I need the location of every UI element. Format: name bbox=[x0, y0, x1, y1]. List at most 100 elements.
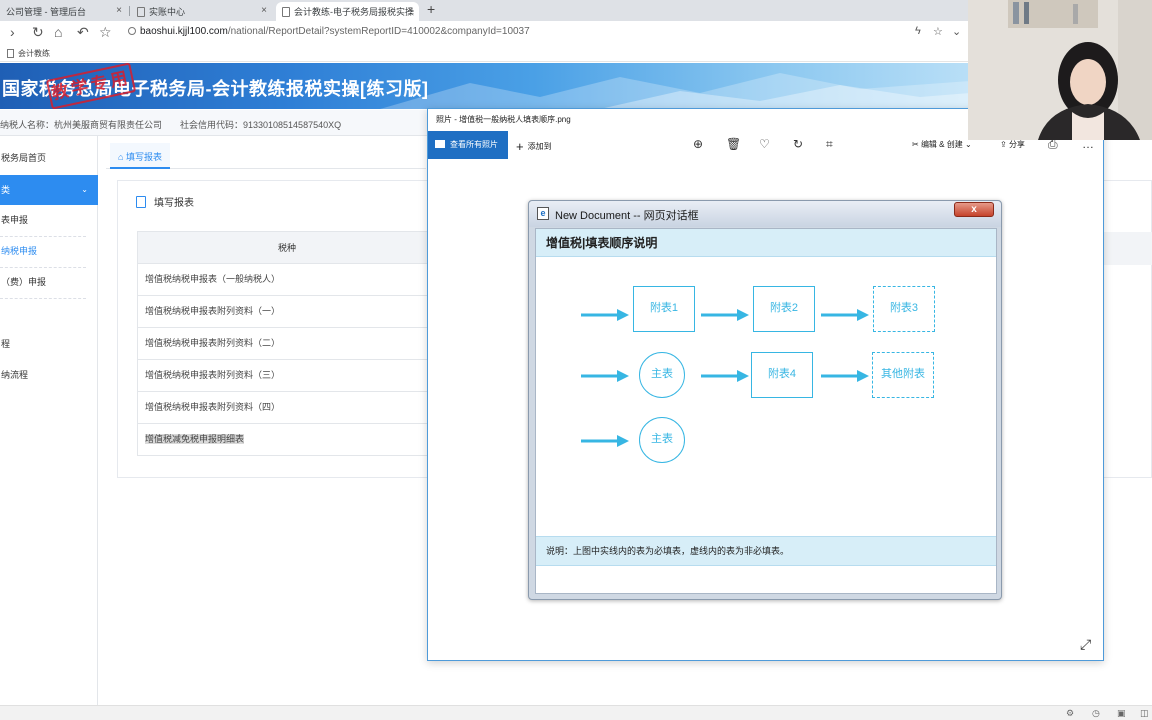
sidebar: 税务局首页 类 ⌄ 表申报 纳税申报 （费）申报 程 纳流程 bbox=[0, 136, 98, 706]
arrow-right-icon bbox=[581, 435, 629, 447]
content-tab-bar: ⌂ 填写报表 bbox=[106, 143, 426, 169]
table-row[interactable]: 增值税纳税申报表附列资料（二） bbox=[137, 328, 437, 360]
lightning-icon[interactable]: ϟ bbox=[915, 25, 921, 37]
home-icon[interactable]: ⌂ bbox=[54, 24, 62, 40]
presenter-video bbox=[968, 0, 1152, 140]
sidebar-item-tax-filing[interactable]: 纳税申报 bbox=[0, 236, 98, 266]
lock-icon bbox=[128, 27, 136, 35]
table-row[interactable]: 增值税减免税申报明细表 bbox=[137, 424, 437, 456]
add-to-button[interactable]: + 添加到 bbox=[516, 139, 552, 154]
table-row[interactable]: 增值税纳税申报表附列资料（四） bbox=[137, 392, 437, 424]
flow-node-schedule-2: 附表2 bbox=[753, 286, 815, 332]
chevron-down-icon: ⌄ bbox=[81, 185, 88, 194]
site-banner: 国家税务总局电子税务局-会计教练报税实操[练习版] bbox=[0, 63, 970, 109]
url-domain: baoshui.kjjl100.com bbox=[140, 26, 228, 37]
sidebar-icon[interactable]: ◫ bbox=[1140, 708, 1149, 719]
tab-label: 会计教练-电子税务局报税实操 bbox=[294, 7, 414, 17]
button-label: 查看所有照片 bbox=[450, 140, 498, 149]
table-cell: 增值税纳税申报表附列资料（一） bbox=[145, 306, 281, 316]
status-bar: ⚙ ◷ ▣ ◫ bbox=[0, 705, 1152, 720]
document-icon bbox=[136, 196, 146, 208]
page-icon bbox=[7, 49, 14, 58]
delete-icon[interactable]: 🗑 bbox=[726, 137, 741, 151]
tab-label: 填写报表 bbox=[125, 152, 162, 162]
arrow-right-icon bbox=[821, 309, 869, 321]
undo-icon[interactable]: ↶ bbox=[77, 24, 89, 40]
browser-tab-tax[interactable]: 会计教练-电子税务局报税实操 × bbox=[276, 2, 419, 21]
tab-fill-report[interactable]: ⌂ 填写报表 bbox=[110, 143, 170, 169]
flow-node-other-schedules: 其他附表 bbox=[872, 352, 934, 398]
zoom-in-icon[interactable]: ⊕ bbox=[693, 137, 703, 151]
sidebar-item-report[interactable]: 表申报 bbox=[0, 205, 98, 235]
crop-icon[interactable]: ⌗ bbox=[826, 137, 833, 152]
share-button[interactable]: ⇪ 分享 bbox=[1000, 139, 1025, 150]
close-icon[interactable]: × bbox=[261, 5, 267, 16]
magic-icon: ✂ bbox=[912, 140, 921, 149]
sidebar-item-category[interactable]: 类 ⌄ bbox=[0, 175, 98, 205]
button-label: 分享 bbox=[1008, 140, 1025, 149]
favorite-icon[interactable]: ♡ bbox=[759, 137, 770, 151]
rotate-icon[interactable]: ↻ bbox=[793, 137, 803, 151]
plus-icon: + bbox=[516, 139, 524, 154]
dialog-titlebar: e New Document -- 网页对话框 x bbox=[529, 201, 1001, 227]
new-tab-button[interactable]: + bbox=[427, 1, 435, 17]
table-cell: 增值税纳税申报表（一般纳税人） bbox=[145, 274, 281, 284]
flow-node-main-form: 主表 bbox=[639, 417, 685, 463]
viewer-title: 照片 - 增值税一般纳税人填表顺序.png bbox=[436, 115, 571, 124]
edit-create-button[interactable]: ✂ 编辑 & 创建 ⌄ bbox=[912, 139, 972, 150]
flow-node-main-form: 主表 bbox=[639, 352, 685, 398]
settings-icon[interactable]: ⚙ bbox=[1066, 708, 1074, 719]
browser-tab-admin[interactable]: 公司管理 - 管理后台 × bbox=[0, 2, 128, 21]
dialog-body: 增值税|填表顺序说明 附表1 附表2 附表3 主表 附表4 其他附表 主表 说明… bbox=[535, 228, 997, 594]
url-path: /national/ReportDetail?systemReportID=41… bbox=[227, 26, 530, 37]
tab-label: 实账中心 bbox=[149, 7, 186, 17]
table-cell: 增值税纳税申报表附列资料（二） bbox=[145, 338, 281, 348]
expand-icon[interactable]: ⤢ bbox=[1080, 636, 1091, 653]
see-all-photos-button[interactable]: 查看所有照片 bbox=[428, 131, 508, 159]
sidebar-item-payment-process[interactable]: 纳流程 bbox=[0, 360, 98, 390]
table-cell: 增值税纳税申报表附列资料（三） bbox=[145, 370, 281, 380]
arrow-right-icon bbox=[701, 370, 749, 382]
favorite-icon[interactable]: ☆ bbox=[933, 25, 943, 38]
button-label: 编辑 & 创建 bbox=[920, 140, 963, 149]
table-row[interactable]: 增值税纳税申报表附列资料（一） bbox=[137, 296, 437, 328]
dialog-note: 说明：上图中实线内的表为必填表，虚线内的表为非必填表。 bbox=[536, 536, 996, 566]
panel-title-text: 填写报表 bbox=[154, 198, 194, 209]
dialog-title: New Document -- 网页对话框 bbox=[555, 210, 699, 222]
sidebar-item-home[interactable]: 税务局首页 bbox=[0, 143, 98, 173]
close-icon[interactable]: × bbox=[116, 5, 122, 16]
close-icon[interactable]: × bbox=[407, 5, 413, 16]
table-cell-selected: 增值税减免税申报明细表 bbox=[145, 434, 245, 444]
trash-icon[interactable]: ▣ bbox=[1117, 708, 1126, 719]
dialog-heading: 增值税|填表顺序说明 bbox=[536, 229, 996, 257]
table-row[interactable]: 增值税纳税申报表附列资料（三） bbox=[137, 360, 437, 392]
page-icon bbox=[282, 7, 290, 17]
home-icon: ⌂ bbox=[118, 152, 126, 162]
sidebar-item-label: 类 bbox=[1, 185, 11, 195]
history-icon[interactable]: ◷ bbox=[1092, 708, 1100, 719]
tax-table: 税种 增值税纳税申报表（一般纳税人） 增值税纳税申报表附列资料（一） 增值税纳税… bbox=[137, 231, 437, 456]
page-icon bbox=[137, 7, 145, 17]
arrow-right-icon bbox=[821, 370, 869, 382]
button-label: 添加到 bbox=[527, 142, 552, 151]
sidebar-item-fee-filing[interactable]: （费）申报 bbox=[0, 267, 98, 297]
star-icon[interactable]: ☆ bbox=[99, 24, 112, 40]
browser-tab-ledger[interactable]: 实账中心 × bbox=[131, 2, 273, 21]
table-row[interactable]: 增值税纳税申报表（一般纳税人） bbox=[137, 264, 437, 296]
sidebar-item-process[interactable]: 程 bbox=[0, 329, 98, 359]
browser-icon: e bbox=[537, 207, 549, 220]
close-button[interactable]: x bbox=[954, 202, 994, 217]
chevron-down-icon[interactable]: ⌄ bbox=[952, 25, 961, 38]
bookmark-item[interactable]: 会计教练 bbox=[7, 48, 50, 59]
reload-icon[interactable]: ↻ bbox=[32, 24, 44, 40]
taxpayer-name: 纳税人名称：杭州美服商贸有限责任公司 bbox=[0, 120, 163, 130]
credit-code: 社会信用代码：91330108514587540XQ bbox=[180, 120, 342, 130]
forward-icon[interactable]: › bbox=[10, 24, 15, 40]
tab-label: 公司管理 - 管理后台 bbox=[6, 7, 86, 17]
flow-node-schedule-3: 附表3 bbox=[873, 286, 935, 332]
table-header-tax-type: 税种 bbox=[137, 231, 437, 264]
dialog-image: e New Document -- 网页对话框 x 增值税|填表顺序说明 附表1… bbox=[528, 200, 1002, 600]
url-field[interactable]: baoshui.kjjl100.com/national/ReportDetai… bbox=[128, 26, 530, 37]
table-right-edge bbox=[1103, 180, 1152, 478]
webcam-overlay bbox=[968, 0, 1152, 140]
